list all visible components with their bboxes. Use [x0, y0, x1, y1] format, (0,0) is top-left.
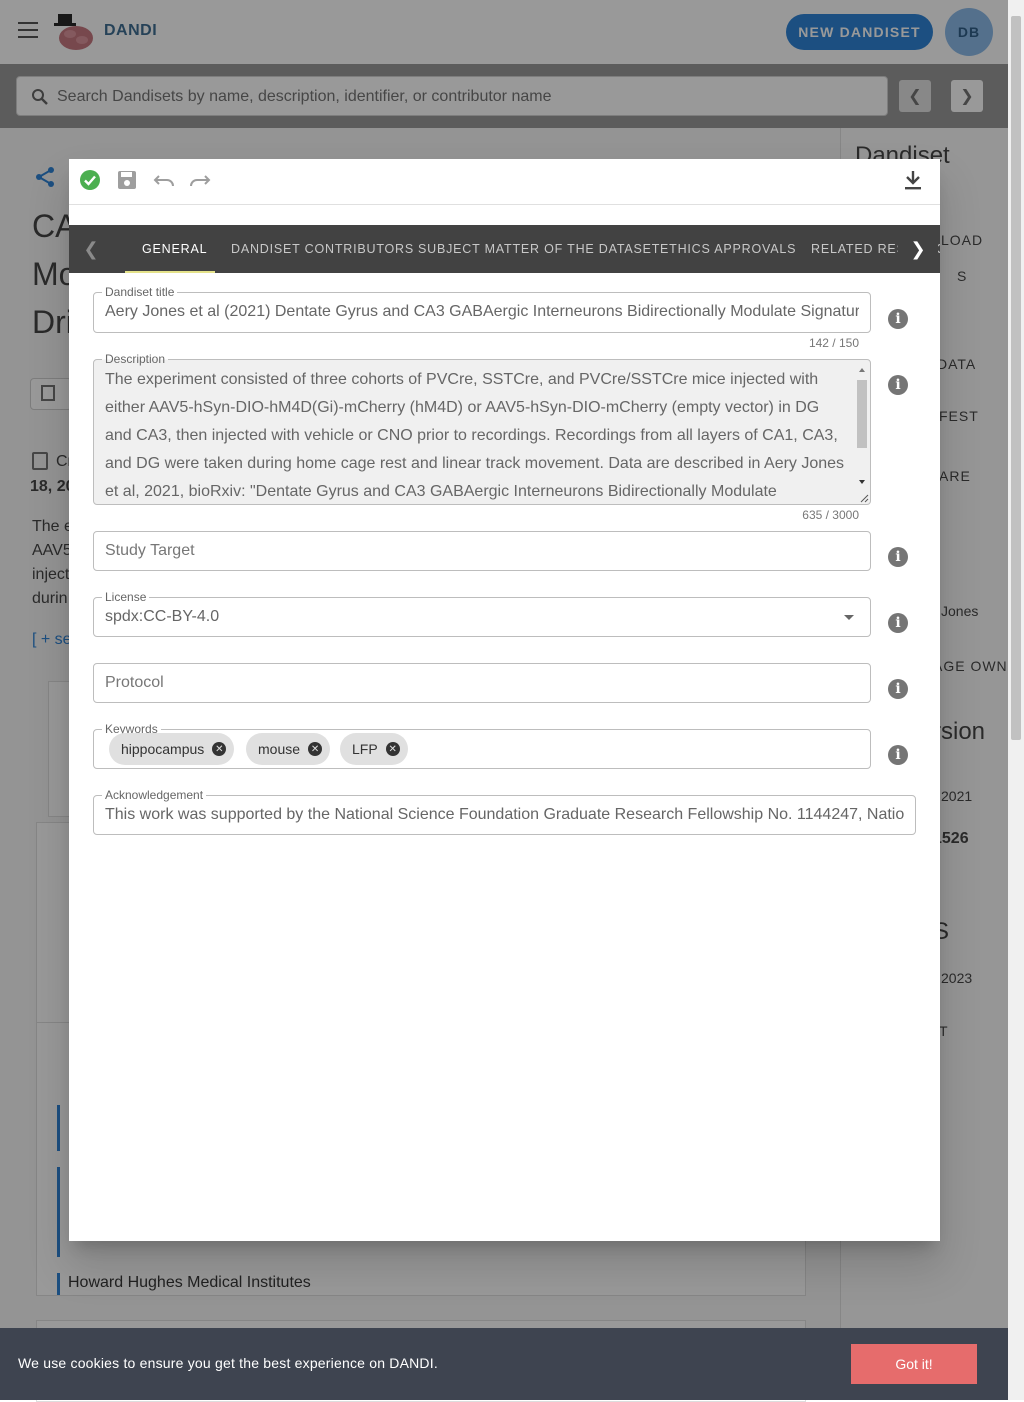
- keywords-field[interactable]: Keywords hippocampus ✕ mouse ✕ LFP ✕: [93, 722, 871, 769]
- study-target-field[interactable]: Study Target: [93, 531, 871, 571]
- info-icon[interactable]: i: [888, 745, 908, 765]
- info-icon[interactable]: i: [888, 375, 908, 395]
- tab-dandiset-contributors[interactable]: Dandiset contributors: [231, 225, 414, 273]
- save-icon: [118, 171, 136, 189]
- description-char-counter: 635 / 3000: [802, 508, 859, 522]
- dropdown-arrow-icon[interactable]: [844, 615, 854, 620]
- dandiset-title-value: Aery Jones et al (2021) Dentate Gyrus an…: [105, 303, 859, 320]
- acknowledgement-value: This work was supported by the National …: [105, 806, 904, 823]
- download-icon: [905, 171, 921, 190]
- metadata-editor-dialog: General Dandiset contributors Subject ma…: [69, 159, 940, 1241]
- keyword-chip: hippocampus ✕: [109, 733, 235, 765]
- resize-handle-icon[interactable]: [859, 493, 869, 503]
- redo-icon: [190, 175, 211, 187]
- protocol-placeholder: Protocol: [105, 674, 164, 691]
- license-value: spdx:CC-BY-4.0: [105, 608, 220, 625]
- dandiset-title-label: Dandiset title: [102, 285, 178, 299]
- close-icon[interactable]: ✕: [212, 742, 227, 756]
- cookie-banner: We use cookies to ensure you get the bes…: [0, 1328, 1008, 1400]
- undo-button[interactable]: [151, 167, 177, 193]
- chevron-right-icon: ❯: [910, 238, 926, 259]
- title-char-counter: 142 / 150: [808, 336, 859, 350]
- description-value: The experiment consisted of three cohort…: [105, 371, 845, 500]
- cookie-message: We use cookies to ensure you get the bes…: [18, 1355, 438, 1371]
- tab-subject-matter[interactable]: Subject matter of the dataset: [418, 225, 660, 273]
- description-scrollbar[interactable]: [856, 366, 868, 488]
- info-icon[interactable]: i: [888, 547, 908, 567]
- description-field[interactable]: Description The experiment consisted of …: [93, 352, 871, 505]
- chevron-left-icon: ❮: [83, 238, 99, 259]
- tabs-scroll-right[interactable]: ❯: [898, 225, 938, 273]
- license-select[interactable]: License spdx:CC-BY-4.0: [93, 590, 871, 637]
- protocol-field[interactable]: Protocol: [93, 663, 871, 703]
- keyword-chip: LFP ✕: [340, 733, 408, 765]
- page-scrollbar-thumb[interactable]: [1011, 16, 1021, 740]
- tabs-scroll-left[interactable]: ❮: [71, 225, 111, 273]
- info-icon[interactable]: i: [888, 679, 908, 699]
- validation-status[interactable]: [77, 167, 103, 193]
- undo-icon: [153, 175, 174, 187]
- active-tab-indicator: [125, 271, 215, 273]
- tab-general[interactable]: General: [142, 225, 207, 273]
- editor-tabs: General Dandiset contributors Subject ma…: [69, 225, 940, 273]
- redo-button[interactable]: [187, 167, 213, 193]
- close-icon[interactable]: ✕: [308, 742, 323, 756]
- download-metadata-button[interactable]: [900, 167, 926, 193]
- tab-ethics-approvals[interactable]: Ethics approvals: [660, 225, 796, 273]
- info-icon[interactable]: i: [888, 309, 908, 329]
- check-circle-icon: [80, 170, 100, 190]
- save-button[interactable]: [114, 167, 140, 193]
- license-label: License: [102, 590, 150, 604]
- study-target-placeholder: Study Target: [105, 542, 195, 559]
- description-label: Description: [102, 352, 169, 366]
- editor-toolbar: [69, 159, 940, 205]
- acknowledgement-label: Acknowledgement: [102, 788, 207, 802]
- acknowledgement-field[interactable]: Acknowledgement This work was supported …: [93, 788, 916, 835]
- close-icon[interactable]: ✕: [385, 742, 400, 756]
- info-icon[interactable]: i: [888, 613, 908, 633]
- keyword-chip: mouse ✕: [246, 733, 331, 765]
- dandiset-title-field[interactable]: Dandiset title Aery Jones et al (2021) D…: [93, 285, 871, 333]
- cookie-accept-button[interactable]: Got it!: [851, 1344, 977, 1384]
